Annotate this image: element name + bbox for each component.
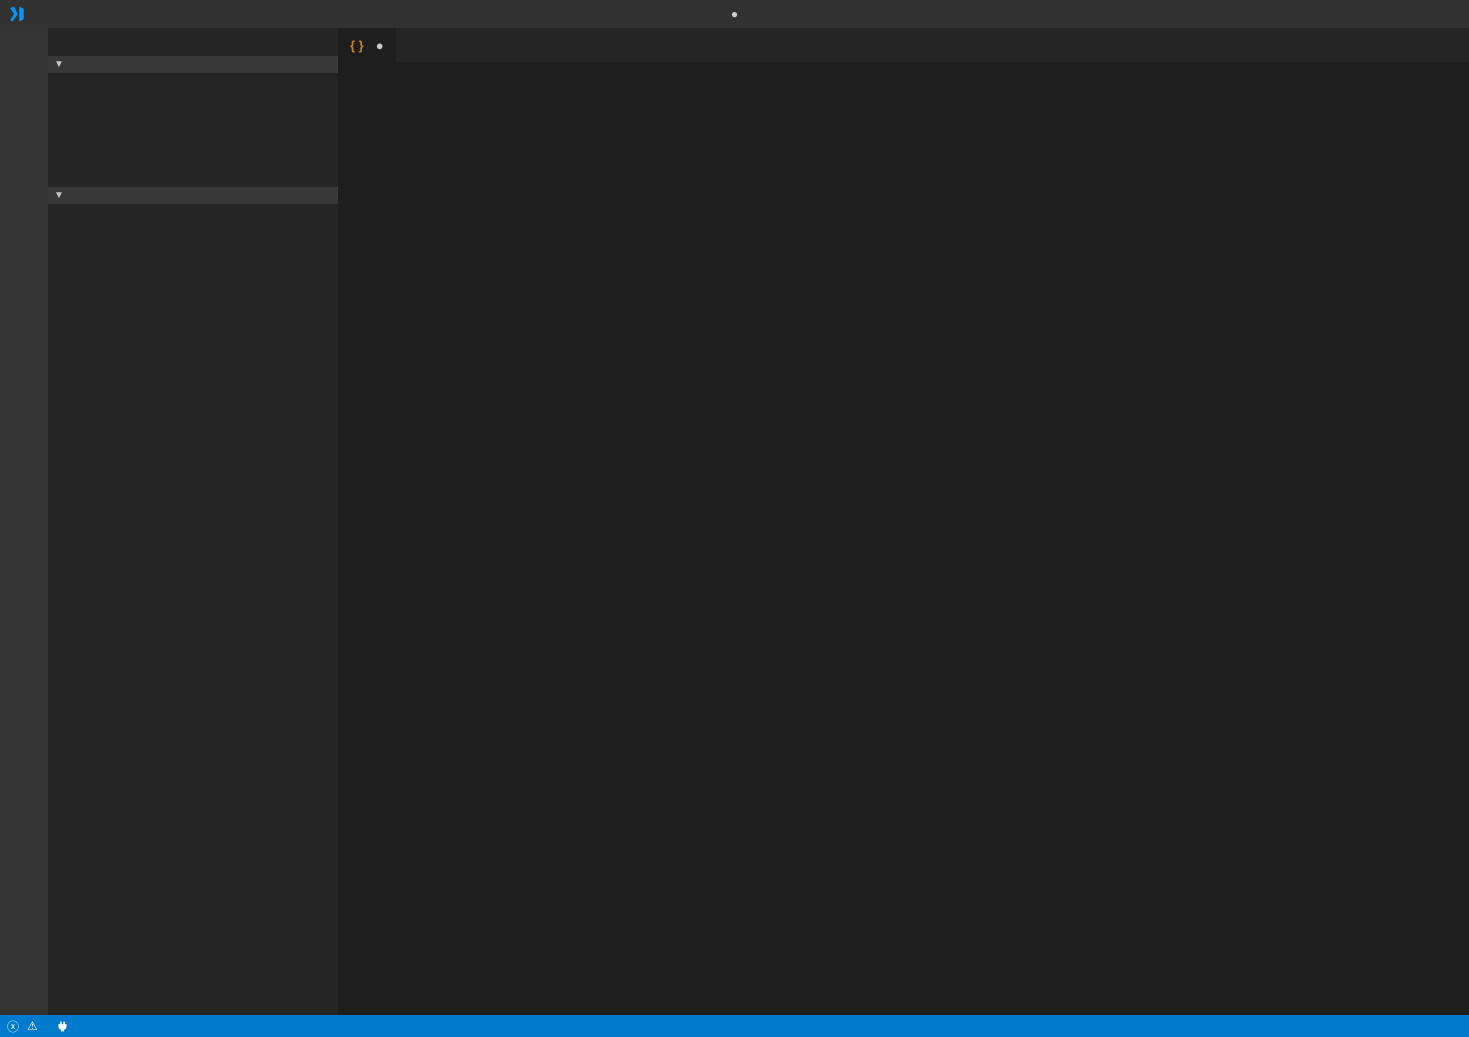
- sidebar-title: [48, 28, 338, 56]
- editor-content[interactable]: [386, 62, 1469, 1015]
- line-number-gutter: [338, 62, 386, 1015]
- tab-swagger-json[interactable]: { } ●: [338, 28, 397, 62]
- chevron-down-icon: ▼: [54, 59, 64, 70]
- tree-app-specifications: [48, 204, 338, 208]
- dirty-indicator-icon: ●: [376, 38, 384, 53]
- status-connection[interactable]: [49, 1015, 80, 1037]
- status-bar: ⓧ ⚠: [0, 1015, 1469, 1037]
- plug-icon: [56, 1020, 69, 1033]
- side-bar: ▼ ▼: [48, 28, 338, 1015]
- title-bar: [0, 0, 1469, 28]
- status-errors[interactable]: ⓧ ⚠: [0, 1015, 49, 1037]
- json-braces-icon: { }: [350, 38, 364, 53]
- chevron-down-icon: ▼: [54, 190, 64, 201]
- warning-icon: ⚠: [27, 1019, 38, 1033]
- section-header-deployed-apps[interactable]: ▼: [48, 56, 338, 73]
- error-icon: ⓧ: [7, 1018, 19, 1035]
- editor-group: { } ●: [338, 28, 1469, 1015]
- vscode-logo-icon: [0, 0, 34, 28]
- window-title: [0, 7, 1469, 21]
- code-editor[interactable]: [338, 62, 1469, 1015]
- editor-tabs: { } ●: [338, 28, 1469, 62]
- activity-bar: [0, 28, 48, 1015]
- section-header-app-specifications[interactable]: ▼: [48, 187, 338, 204]
